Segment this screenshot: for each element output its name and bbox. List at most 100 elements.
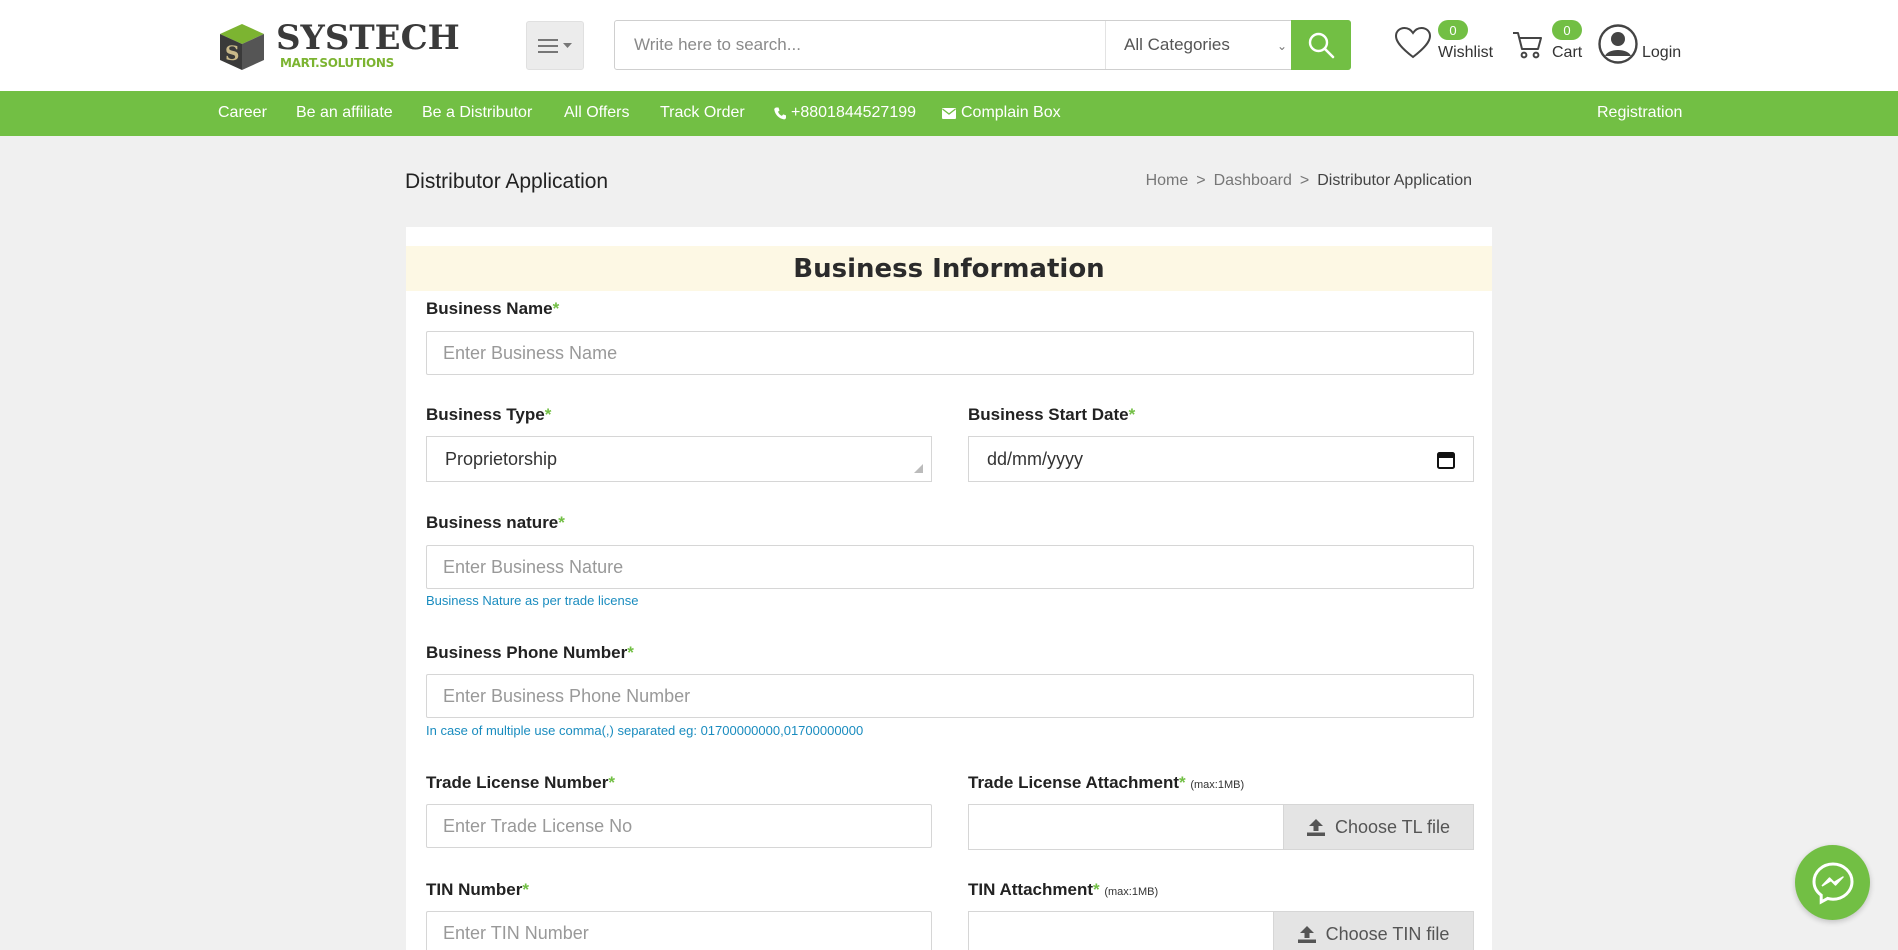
- required-mark: *: [544, 405, 552, 424]
- nav-complain-text: Complain Box: [961, 104, 1061, 121]
- search-icon: [1308, 32, 1335, 59]
- nav-phone[interactable]: +8801844527199: [774, 104, 916, 122]
- required-mark: *: [627, 643, 634, 662]
- choose-tl-file-label: Choose TL file: [1334, 816, 1451, 837]
- login-link[interactable]: Login: [1598, 20, 1683, 72]
- nav-track-order[interactable]: Track Order: [660, 104, 745, 122]
- choose-tl-file-button[interactable]: Choose TL file: [1283, 805, 1473, 849]
- max-size-note: (max:1MB): [1104, 886, 1159, 898]
- business-start-date-input[interactable]: dd/mm/yyyy: [968, 436, 1474, 482]
- user-icon: [1598, 24, 1638, 64]
- wishlist-label: Wishlist: [1438, 44, 1494, 61]
- trade-license-label-text: Trade License Number: [426, 773, 609, 792]
- site-logo[interactable]: S SYSTECH MART.SOLUTIONS: [216, 18, 460, 74]
- business-type-value: Proprietorship: [445, 448, 558, 469]
- business-name-label: Business Name*: [426, 299, 559, 319]
- nav-affiliate[interactable]: Be an affiliate: [296, 104, 393, 122]
- breadcrumb-separator: >: [1196, 172, 1206, 189]
- business-nature-label: Business nature*: [426, 513, 565, 533]
- breadcrumb-dashboard[interactable]: Dashboard: [1214, 172, 1292, 190]
- business-name-label-text: Business Name: [426, 299, 553, 318]
- trade-license-attachment-label-text: Trade License Attachment: [968, 773, 1179, 792]
- trade-license-input[interactable]: [426, 804, 932, 848]
- tin-attachment-label: TIN Attachment* (max:1MB): [968, 880, 1158, 900]
- breadcrumb: Home > Dashboard > Distributor Applicati…: [1146, 172, 1472, 190]
- messenger-icon: [1811, 861, 1854, 905]
- tin-number-label-text: TIN Number: [426, 880, 523, 899]
- cart-label: Cart: [1552, 44, 1583, 61]
- business-nature-input[interactable]: [426, 545, 1474, 589]
- cart-count-badge: 0: [1552, 20, 1582, 40]
- logo-text: SYSTECH: [276, 18, 460, 58]
- envelope-icon: [942, 107, 956, 119]
- login-label: Login: [1642, 44, 1682, 61]
- max-size-note: (max:1MB): [1190, 779, 1245, 791]
- section-title: Business Information: [406, 246, 1492, 291]
- page-title: Distributor Application: [405, 170, 609, 193]
- required-mark: *: [608, 773, 615, 792]
- required-mark: *: [522, 880, 529, 899]
- choose-tin-file-label: Choose TIN file: [1325, 923, 1450, 944]
- main-nav: Career Be an affiliate Be a Distributor …: [0, 91, 1898, 136]
- required-mark: *: [1179, 773, 1186, 792]
- trade-license-label: Trade License Number*: [426, 773, 615, 793]
- required-mark: *: [558, 513, 565, 532]
- caret-down-icon: [563, 42, 572, 48]
- business-type-label: Business Type*: [426, 405, 551, 425]
- breadcrumb-home[interactable]: Home: [1146, 172, 1189, 190]
- business-phone-hint: In case of multiple use comma(,) separat…: [426, 723, 864, 738]
- wishlist-link[interactable]: 0 Wishlist: [1394, 20, 1494, 72]
- menu-icon: [538, 38, 558, 53]
- trade-license-file-input[interactable]: Choose TL file: [968, 804, 1474, 850]
- business-nature-hint: Business Nature as per trade license: [426, 593, 639, 608]
- category-select[interactable]: All Categories ⌄: [1105, 21, 1295, 69]
- search-input[interactable]: [615, 21, 1105, 69]
- nav-phone-text: +8801844527199: [791, 104, 917, 121]
- logo-subtext: MART.SOLUTIONS: [280, 56, 394, 70]
- tin-file-input[interactable]: Choose TIN file: [968, 911, 1474, 950]
- business-name-input[interactable]: [426, 331, 1474, 375]
- breadcrumb-current: Distributor Application: [1317, 172, 1472, 189]
- business-start-date-label: Business Start Date*: [968, 405, 1135, 425]
- tin-number-label: TIN Number*: [426, 880, 529, 900]
- logo-cube-icon: S: [220, 24, 264, 70]
- required-mark: *: [1128, 405, 1136, 424]
- business-type-label-text: Business Type: [426, 405, 545, 424]
- heart-icon: [1394, 26, 1432, 59]
- phone-icon: [774, 107, 786, 119]
- business-type-select[interactable]: Proprietorship: [426, 436, 932, 482]
- nav-registration[interactable]: Registration: [1597, 104, 1682, 122]
- calendar-icon[interactable]: [1437, 451, 1455, 469]
- cart-link[interactable]: 0 Cart: [1512, 20, 1582, 72]
- messenger-chat-button[interactable]: [1795, 845, 1870, 920]
- business-start-date-value: dd/mm/yyyy: [987, 448, 1084, 469]
- cart-icon: [1513, 32, 1542, 59]
- nav-complain-box[interactable]: Complain Box: [942, 104, 1061, 122]
- category-menu-button[interactable]: [526, 21, 584, 70]
- breadcrumb-separator: >: [1299, 172, 1310, 189]
- tin-number-input[interactable]: [426, 911, 932, 950]
- required-mark: *: [1093, 880, 1100, 899]
- upload-icon: [1297, 925, 1316, 943]
- required-mark: *: [552, 299, 560, 318]
- trade-license-attachment-label: Trade License Attachment* (max:1MB): [968, 773, 1244, 793]
- nav-all-offers[interactable]: All Offers: [564, 104, 630, 122]
- upload-icon: [1306, 818, 1325, 836]
- nav-career[interactable]: Career: [218, 104, 267, 122]
- business-start-date-label-text: Business Start Date: [968, 405, 1129, 424]
- nav-distributor[interactable]: Be a Distributor: [422, 104, 532, 122]
- tin-attachment-label-text: TIN Attachment: [968, 880, 1093, 899]
- site-header: S SYSTECH MART.SOLUTIONS All Categories …: [0, 0, 1898, 91]
- distributor-form-card: Business Information Business Name* Busi…: [406, 227, 1492, 950]
- category-select-value: All Categories: [1124, 35, 1230, 54]
- svg-text:S: S: [225, 41, 239, 65]
- business-phone-input[interactable]: [426, 674, 1474, 718]
- business-phone-label: Business Phone Number*: [426, 643, 634, 663]
- choose-tin-file-button[interactable]: Choose TIN file: [1273, 912, 1473, 950]
- chevron-down-icon: ⌄: [1276, 39, 1287, 53]
- wishlist-count-badge: 0: [1438, 20, 1468, 40]
- resize-grip-icon: [914, 464, 923, 473]
- business-phone-label-text: Business Phone Number: [426, 643, 628, 662]
- search-bar: All Categories ⌄: [614, 20, 1351, 70]
- search-button[interactable]: [1291, 20, 1351, 70]
